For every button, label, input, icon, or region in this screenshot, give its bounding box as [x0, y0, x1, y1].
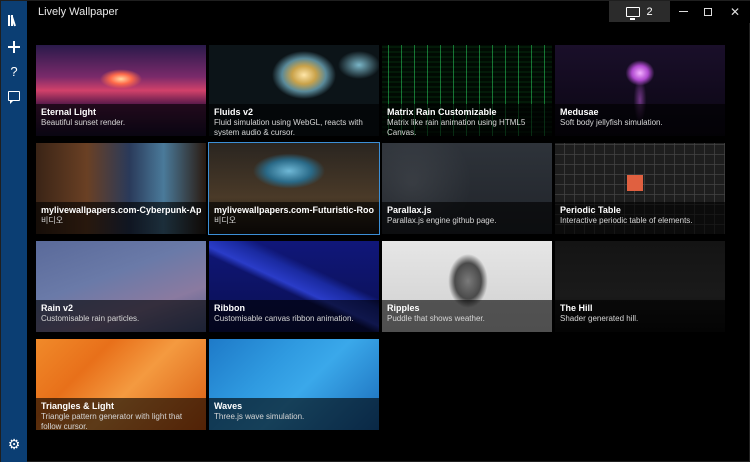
maximize-icon: [704, 7, 712, 16]
window-title: Lively Wallpaper: [38, 6, 119, 18]
monitor-select-button[interactable]: 2: [609, 1, 670, 22]
tile-caption: Matrix Rain Customizable Matrix like rai…: [382, 104, 552, 136]
wallpaper-tile[interactable]: Periodic Table Interactive periodic tabl…: [555, 143, 725, 234]
app-window: ? ⚙ Lively Wallpaper 2 ✕ Eternal Light B…: [0, 0, 750, 462]
tile-description: Three.js wave simulation.: [214, 412, 305, 421]
tile-description: Puddle that shows weather.: [387, 314, 485, 323]
add-wallpaper-icon[interactable]: [1, 36, 27, 58]
minimize-icon: [678, 11, 688, 12]
tile-description: Soft body jellyfish simulation.: [560, 118, 663, 127]
tile-caption: Ripples Puddle that shows weather.: [382, 300, 552, 332]
tile-title: mylivewallpapers.com-Cyberpunk-Apartr: [41, 205, 201, 215]
tile-description: Parallax.js engine github page.: [387, 216, 497, 225]
maximize-button[interactable]: [695, 1, 721, 22]
wallpaper-tile[interactable]: Medusae Soft body jellyfish simulation.: [555, 45, 725, 136]
wallpaper-tile[interactable]: Parallax.js Parallax.js engine github pa…: [382, 143, 552, 234]
tile-description: Shader generated hill.: [560, 314, 639, 323]
tile-description: Customisable canvas ribbon animation.: [214, 314, 354, 323]
monitor-icon: [626, 6, 641, 20]
tile-caption: Triangles & Light Triangle pattern gener…: [36, 398, 206, 430]
tile-title: The Hill: [560, 303, 593, 313]
sidebar: ? ⚙: [1, 1, 27, 462]
tile-title: Ribbon: [214, 303, 245, 313]
tile-caption: mylivewallpapers.com-Futuristic-Room-A 비…: [209, 202, 379, 234]
wallpaper-tile[interactable]: Ripples Puddle that shows weather.: [382, 241, 552, 332]
wallpaper-tile[interactable]: Matrix Rain Customizable Matrix like rai…: [382, 45, 552, 136]
tile-caption: Parallax.js Parallax.js engine github pa…: [382, 202, 552, 234]
wallpaper-tile[interactable]: mylivewallpapers.com-Futuristic-Room-A 비…: [208, 142, 380, 235]
wallpaper-tile[interactable]: Triangles & Light Triangle pattern gener…: [36, 339, 206, 430]
tile-caption: Waves Three.js wave simulation.: [209, 398, 379, 430]
tile-title: Triangles & Light: [41, 401, 115, 411]
tile-title: mylivewallpapers.com-Futuristic-Room-A: [214, 205, 374, 215]
close-icon: ✕: [729, 4, 741, 19]
library-icon[interactable]: [1, 9, 27, 31]
tile-title: Parallax.js: [387, 205, 432, 215]
monitor-count: 2: [646, 5, 653, 18]
tile-caption: Periodic Table Interactive periodic tabl…: [555, 202, 725, 234]
tile-title: Medusae: [560, 107, 599, 117]
tile-caption: Ribbon Customisable canvas ribbon animat…: [209, 300, 379, 332]
tile-caption: The Hill Shader generated hill.: [555, 300, 725, 332]
help-icon[interactable]: ?: [1, 60, 27, 82]
close-button[interactable]: ✕: [722, 1, 748, 22]
tile-description: Interactive periodic table of elements.: [560, 216, 693, 225]
tile-title: Fluids v2: [214, 107, 254, 117]
feedback-icon[interactable]: [1, 85, 27, 107]
tile-description: Matrix like rain animation using HTML5 C…: [387, 118, 526, 136]
wallpaper-tile[interactable]: The Hill Shader generated hill.: [555, 241, 725, 332]
tile-description: Beautiful sunset render.: [41, 118, 126, 127]
tile-caption: mylivewallpapers.com-Cyberpunk-Apartr 비디…: [36, 202, 206, 234]
tile-title: Waves: [214, 401, 243, 411]
wallpaper-tile[interactable]: Waves Three.js wave simulation.: [209, 339, 379, 430]
tile-title: Ripples: [387, 303, 420, 313]
tile-caption: Fluids v2 Fluid simulation using WebGL, …: [209, 104, 379, 136]
tile-caption: Rain v2 Customisable rain particles.: [36, 300, 206, 332]
tile-title: Rain v2: [41, 303, 74, 313]
settings-icon[interactable]: ⚙: [1, 433, 27, 455]
tile-description: Triangle pattern generator with light th…: [41, 412, 183, 430]
tile-description: 비디오: [214, 216, 237, 225]
tile-title: Eternal Light: [41, 107, 97, 117]
tile-description: Fluid simulation using WebGL, reacts wit…: [214, 118, 363, 136]
tile-title: Matrix Rain Customizable: [387, 107, 497, 117]
tile-description: Customisable rain particles.: [41, 314, 140, 323]
minimize-button[interactable]: [670, 1, 696, 22]
tile-caption: Eternal Light Beautiful sunset render.: [36, 104, 206, 136]
wallpaper-tile[interactable]: mylivewallpapers.com-Cyberpunk-Apartr 비디…: [36, 143, 206, 234]
wallpaper-tile[interactable]: Ribbon Customisable canvas ribbon animat…: [209, 241, 379, 332]
wallpaper-tile[interactable]: Rain v2 Customisable rain particles.: [36, 241, 206, 332]
wallpaper-tile[interactable]: Eternal Light Beautiful sunset render.: [36, 45, 206, 136]
tile-title: Periodic Table: [560, 205, 621, 215]
tile-description: 비디오: [41, 216, 64, 225]
wallpaper-tile[interactable]: Fluids v2 Fluid simulation using WebGL, …: [209, 45, 379, 136]
tile-caption: Medusae Soft body jellyfish simulation.: [555, 104, 725, 136]
